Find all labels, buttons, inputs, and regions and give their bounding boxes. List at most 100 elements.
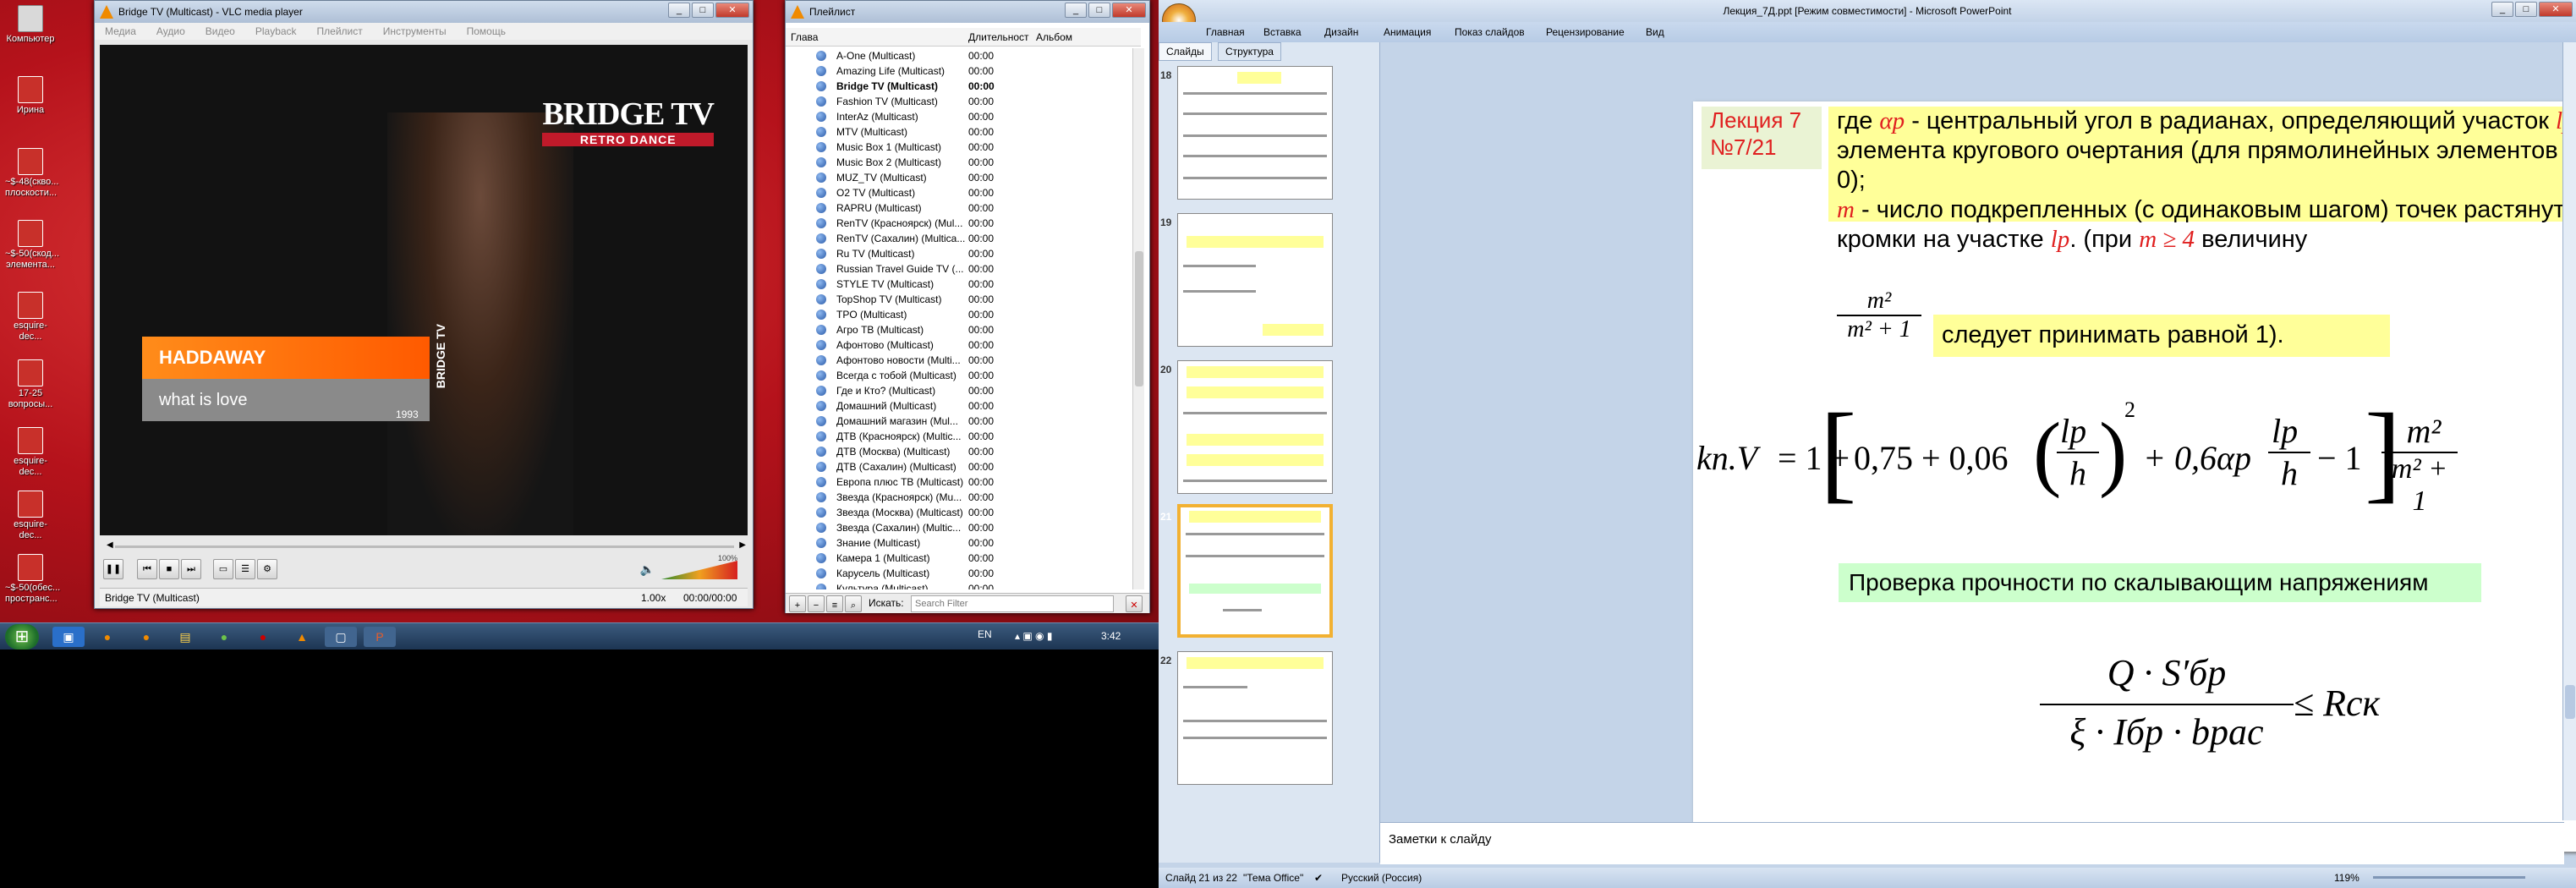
playlist-item[interactable]: Ru TV (Multicast) 00:00 (786, 246, 1132, 261)
playlist-item[interactable]: O2 TV (Multicast) 00:00 (786, 185, 1132, 200)
column-name[interactable]: Глава (791, 28, 818, 47)
tab-review[interactable]: Рецензирование (1546, 22, 1625, 42)
playlist-item[interactable]: InterAz (Multicast) 00:00 (786, 109, 1132, 124)
playlist-item[interactable]: RenTV (Сахалин) (Multica... 00:00 (786, 231, 1132, 246)
start-button[interactable]: ⊞ (5, 624, 39, 650)
menu-playlist[interactable]: Плейлист (317, 23, 363, 40)
playlist-item[interactable]: Music Box 2 (Multicast) 00:00 (786, 155, 1132, 170)
tab-view[interactable]: Вид (1646, 22, 1664, 42)
slide-canvas[interactable]: Лекция 7 №7/21 где αр - центральный угол… (1693, 101, 2576, 852)
playlist-item[interactable]: Афонтово новости (Multi... 00:00 (786, 353, 1132, 368)
menu-video[interactable]: Видео (206, 23, 235, 40)
playlist-item[interactable]: Культура (Multicast) 00:00 (786, 581, 1132, 589)
desktop-icon-file[interactable]: esquire-dec... (5, 491, 56, 541)
zoom-slider[interactable] (2373, 876, 2525, 879)
playlist-toggle-button[interactable]: ☰ (235, 559, 255, 579)
close-button[interactable]: ✕ (1112, 3, 1146, 18)
spellcheck-icon[interactable]: ✔ (1314, 868, 1323, 888)
slide-thumbnail[interactable] (1177, 213, 1333, 347)
column-duration[interactable]: Длительност (968, 28, 1029, 47)
scroll-thumb[interactable] (2565, 685, 2575, 719)
maximize-button[interactable]: □ (2515, 2, 2537, 17)
playlist-item[interactable]: Карусель (Multicast) 00:00 (786, 566, 1132, 581)
language-status[interactable]: Русский (Россия) (1341, 868, 1422, 888)
desktop-icon-computer[interactable]: Компьютер (5, 5, 56, 45)
taskbar-powerpoint-icon[interactable]: P (364, 627, 396, 647)
playlist-item[interactable]: Звезда (Сахалин) (Multic... 00:00 (786, 520, 1132, 535)
playlist-item[interactable]: Music Box 1 (Multicast) 00:00 (786, 140, 1132, 155)
text-block-definitions[interactable]: где αр - центральный угол в радианах, оп… (1828, 107, 2576, 253)
playlist-scrollbar[interactable] (1132, 48, 1144, 589)
playlist-item[interactable]: Amazing Life (Multicast) 00:00 (786, 63, 1132, 79)
tab-animation[interactable]: Анимация (1384, 22, 1431, 42)
stop-button[interactable]: ■ (159, 559, 179, 579)
minimize-button[interactable]: _ (2491, 2, 2513, 17)
playlist-item[interactable]: RAPRU (Multicast) 00:00 (786, 200, 1132, 216)
close-button[interactable]: ✕ (2539, 2, 2573, 17)
section-heading-shear-check[interactable]: Проверка прочности по скалывающим напряж… (1839, 563, 2481, 602)
taskbar-firefox-icon[interactable]: ● (91, 627, 123, 647)
menu-media[interactable]: Медиа (105, 23, 136, 40)
playlist-item[interactable]: Всегда с тобой (Multicast) 00:00 (786, 368, 1132, 383)
desktop-icon-file[interactable]: 17-25 вопросы... (5, 359, 56, 410)
menu-tools[interactable]: Инструменты (383, 23, 447, 40)
tray-icons[interactable]: ▴ ▣ ◉ ▮ (1015, 630, 1052, 642)
playlist-item[interactable]: Агро ТВ (Multicast) 00:00 (786, 322, 1132, 337)
taskbar-window-icon[interactable]: ▢ (325, 627, 357, 647)
desktop-icon-file[interactable]: ~$-48(скво... плоскости... (5, 148, 58, 199)
language-indicator[interactable]: EN (978, 628, 992, 640)
playlist-item[interactable]: TPO (Multicast) 00:00 (786, 307, 1132, 322)
remove-button[interactable]: − (808, 595, 825, 612)
clear-search-button[interactable]: ✕ (1126, 595, 1143, 612)
speaker-icon[interactable]: 🔈 (640, 562, 655, 577)
maximize-button[interactable]: □ (692, 3, 714, 18)
seek-track[interactable] (115, 545, 734, 548)
taskbar-opera-icon[interactable]: ● (247, 627, 279, 647)
seek-bar[interactable]: ◀ ▶ (107, 540, 746, 552)
playlist-item[interactable]: STYLE TV (Multicast) 00:00 (786, 277, 1132, 292)
playlist-item[interactable]: MUZ_TV (Multicast) 00:00 (786, 170, 1132, 185)
slide-thumbnail[interactable] (1177, 360, 1333, 494)
extended-settings-button[interactable]: ⚙ (257, 559, 277, 579)
taskbar-vlc-icon[interactable]: ▲ (286, 627, 318, 647)
playlist-item[interactable]: Домашний магазин (Mul... 00:00 (786, 414, 1132, 429)
sort-button[interactable]: ≡ (826, 595, 843, 612)
menu-audio[interactable]: Аудио (156, 23, 185, 40)
taskbar-chat-icon[interactable]: ● (208, 627, 240, 647)
playlist-item[interactable]: Звезда (Москва) (Multicast) 00:00 (786, 505, 1132, 520)
close-button[interactable]: ✕ (715, 3, 749, 18)
playlist-item[interactable]: Где и Кто? (Multicast) 00:00 (786, 383, 1132, 398)
previous-button[interactable]: ⏮ (137, 559, 157, 579)
ppt-titlebar[interactable]: Лекция_7Д.ppt [Режим совместимости] - Mi… (1159, 0, 2576, 22)
fullscreen-button[interactable]: ▭ (213, 559, 233, 579)
playlist-item[interactable]: TopShop TV (Multicast) 00:00 (786, 292, 1132, 307)
scroll-thumb[interactable] (1135, 251, 1143, 386)
taskbar-app-icon[interactable]: ● (130, 627, 162, 647)
menu-help[interactable]: Помощь (467, 23, 506, 40)
tab-design[interactable]: Дизайн (1324, 22, 1358, 42)
taskbar-folder-icon[interactable]: ▤ (169, 627, 201, 647)
minimize-button[interactable]: _ (668, 3, 690, 18)
volume-slider[interactable] (661, 561, 737, 579)
playlist-titlebar[interactable]: Плейлист _ □ ✕ (786, 1, 1149, 23)
tab-slides[interactable]: Слайды (1159, 42, 1212, 61)
tab-slideshow[interactable]: Показ слайдов (1455, 22, 1525, 42)
next-button[interactable]: ⏭ (181, 559, 201, 579)
editor-scrollbar[interactable] (2562, 42, 2576, 820)
playlist-item[interactable]: Европа плюс ТВ (Multicast) 00:00 (786, 474, 1132, 490)
column-album[interactable]: Альбом (1036, 28, 1072, 47)
desktop-icon-file[interactable]: ~$-50(скод... элемента... (5, 220, 59, 271)
vlc-titlebar[interactable]: Bridge TV (Multicast) - VLC media player… (95, 1, 753, 23)
playlist-item[interactable]: ДТВ (Москва) (Multicast) 00:00 (786, 444, 1132, 459)
slide-thumbnail-selected[interactable] (1177, 504, 1333, 638)
menu-playback[interactable]: Playback (255, 23, 297, 40)
slide-thumbnail[interactable] (1177, 651, 1333, 785)
tab-outline[interactable]: Структура (1218, 42, 1281, 61)
tab-home[interactable]: Главная (1206, 22, 1245, 42)
slide-thumbnail[interactable] (1177, 66, 1333, 200)
desktop-icon-file[interactable]: ~$-50(обес... пространс... (5, 554, 60, 605)
zoom-level[interactable]: 119% (2334, 868, 2360, 888)
playlist-item[interactable]: A-One (Multicast) 00:00 (786, 48, 1132, 63)
minimize-button[interactable]: _ (1065, 3, 1087, 18)
desktop-icon-file[interactable]: esquire-dec... (5, 427, 56, 478)
